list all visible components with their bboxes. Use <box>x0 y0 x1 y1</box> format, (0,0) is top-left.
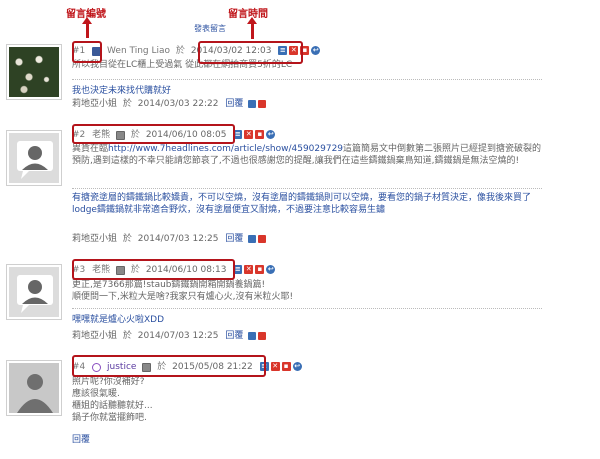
avatar[interactable] <box>6 360 62 416</box>
comment-author: Wen Ting Liao <box>107 46 171 56</box>
reply-button[interactable]: 回覆 <box>225 233 243 245</box>
user-silhouette-icon <box>17 275 53 313</box>
comment-body: 照片呢?你沒補好? 應該很氣暖. 櫃姐的話聽聽就好... 鍋子你就當擺飾吧. <box>72 377 153 423</box>
divider <box>72 79 542 80</box>
block-icon[interactable]: ▪ <box>281 362 291 371</box>
highlight-comment-2 <box>72 124 235 144</box>
edit-reply-icon[interactable] <box>248 332 257 340</box>
reply-icon[interactable]: ↩ <box>266 265 276 274</box>
reply-icon[interactable]: ↩ <box>292 362 302 371</box>
annotation-arrow-number <box>82 17 92 38</box>
highlight-number-1 <box>72 41 102 63</box>
body-link[interactable]: http://www.7headlines.com/article/show/4… <box>108 144 343 154</box>
comment-body: 更正,是7366那篇!staub鑄鐵鍋開箱開鍋養鍋篇! 順便問一下,米粒大是啥?… <box>72 280 294 302</box>
avatar[interactable] <box>6 44 62 100</box>
post-comment-link[interactable]: 發表留言 <box>194 23 226 34</box>
reply-meta: 莉地亞小姐 於 2014/07/03 12:25 回覆 <box>72 330 267 342</box>
reply-text: 我也決定未來找代購就好 <box>72 86 172 96</box>
reply-author: 莉地亞小姐 <box>72 234 118 244</box>
user-silhouette-icon <box>17 374 53 413</box>
reply-date: 2014/07/03 12:25 <box>137 234 219 244</box>
default-avatar-icon <box>9 133 59 183</box>
delete-icon[interactable]: ✕ <box>244 265 254 274</box>
comment-actions: ≡ ✕ ▪ ↩ <box>233 264 277 276</box>
edit-reply-icon[interactable] <box>248 235 257 243</box>
divider <box>72 308 542 309</box>
comment-actions: ≡ ✕ ▪ ↩ <box>259 361 304 373</box>
delete-icon[interactable]: ✕ <box>244 130 254 139</box>
reply-button[interactable]: 回覆 <box>225 330 243 342</box>
reply-text: 嘿嘿就是爐心火啦XDD <box>72 315 165 325</box>
reply-date: 2014/07/03 12:25 <box>137 331 219 341</box>
reply-meta: 莉地亞小姐 於 2014/03/03 22:22 回覆 <box>72 98 267 110</box>
reply-icon[interactable]: ↩ <box>311 46 321 55</box>
reply-meta: 回覆 <box>72 434 90 446</box>
author-suffix: 於 <box>175 46 185 56</box>
default-avatar-icon <box>9 267 59 317</box>
reply-icon[interactable]: ↩ <box>266 130 276 139</box>
delete-icon[interactable]: ✕ <box>270 362 280 371</box>
block-icon[interactable]: ▪ <box>255 130 265 139</box>
annotation-arrow-time <box>247 17 257 39</box>
edit-reply-icon[interactable] <box>248 100 257 108</box>
delete-reply-icon[interactable] <box>258 100 267 108</box>
reply-button[interactable]: 回覆 <box>72 434 90 446</box>
reply-at: 於 <box>122 234 132 244</box>
user-silhouette-icon <box>17 141 53 179</box>
reply-author: 莉地亞小姐 <box>72 331 118 341</box>
default-avatar-icon <box>9 363 59 413</box>
reply-text: 有搪瓷塗層的鑄鐵鍋比較嬌貴，不可以空燒，沒有塗層的鑄鐵鍋則可以空燒，要看您的鍋子… <box>72 193 532 215</box>
avatar-photo <box>9 47 59 97</box>
body-prefix: 異貨在臨 <box>72 144 109 154</box>
reply-button[interactable]: 回覆 <box>225 98 243 110</box>
comment-body: 所以我目從在LC櫃上受過氣 從此都在網拍商買5折的LC <box>72 60 293 70</box>
highlight-comment-4 <box>72 355 266 377</box>
avatar[interactable] <box>6 264 62 320</box>
delete-reply-icon[interactable] <box>258 332 267 340</box>
reply-date: 2014/03/03 22:22 <box>137 99 219 109</box>
highlight-comment-3 <box>72 259 235 280</box>
avatar[interactable] <box>6 130 62 186</box>
highlight-date-1 <box>198 41 303 64</box>
delete-reply-icon[interactable] <box>258 235 267 243</box>
reply-at: 於 <box>122 331 132 341</box>
reply-author: 莉地亞小姐 <box>72 99 118 109</box>
block-icon[interactable]: ▪ <box>255 265 265 274</box>
comment-actions: ≡ ✕ ▪ ↩ <box>233 129 277 141</box>
reply-at: 於 <box>122 99 132 109</box>
comment-body: 異貨在臨http://www.7headlines.com/article/sh… <box>72 143 542 167</box>
reply-meta: 莉地亞小姐 於 2014/07/03 12:25 回覆 <box>72 233 267 245</box>
divider <box>72 188 542 189</box>
